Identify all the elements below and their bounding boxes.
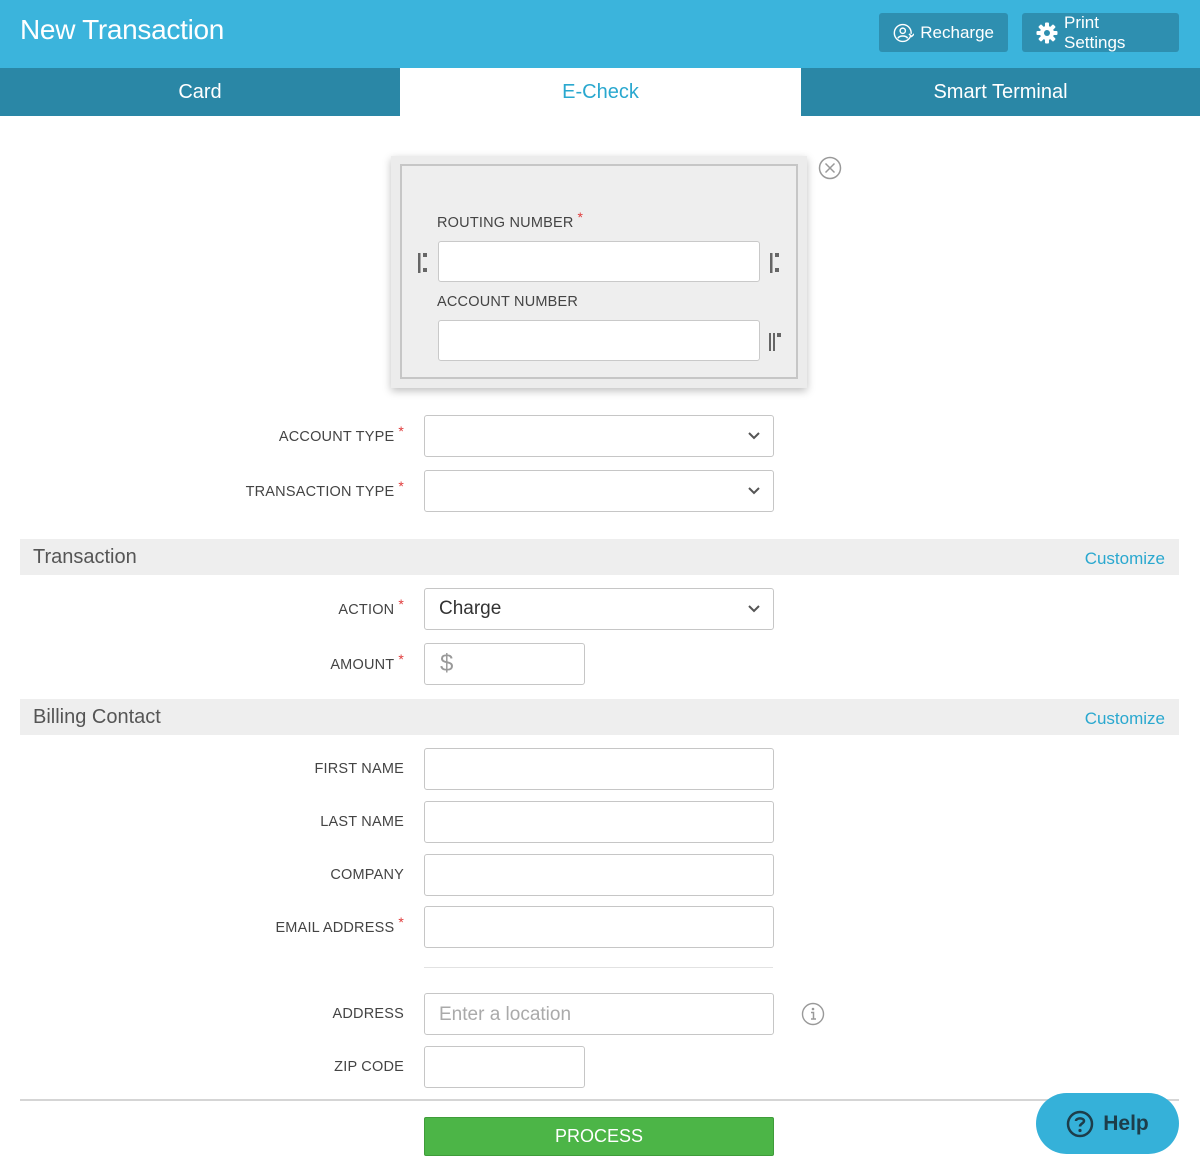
billing-contact-section-header: Billing Contact Customize [20, 699, 1179, 735]
email-address-input[interactable] [424, 906, 774, 948]
footer-divider [20, 1099, 1179, 1101]
account-number-label: ACCOUNT NUMBER [437, 294, 579, 310]
company-label: COMPANY [330, 867, 404, 883]
zip-code-label: ZIP CODE [334, 1059, 404, 1075]
close-circle-icon[interactable] [818, 156, 842, 180]
micr-transit-icon [768, 251, 782, 279]
customize-link[interactable]: Customize [1085, 709, 1165, 729]
payment-method-tabs: Card E-Check Smart Terminal [0, 68, 1200, 116]
first-name-label: FIRST NAME [314, 761, 404, 777]
chevron-down-icon [748, 432, 760, 440]
tab-e-check[interactable]: E-Check [400, 68, 801, 116]
process-button[interactable]: PROCESS [424, 1117, 774, 1156]
question-icon [1066, 1110, 1094, 1137]
routing-number-input[interactable] [438, 241, 760, 282]
chevron-down-icon [748, 487, 760, 495]
micr-transit-icon [416, 251, 430, 279]
zip-code-input[interactable] [424, 1046, 585, 1088]
print-settings-button[interactable]: Print Settings [1022, 13, 1179, 52]
action-value: Charge [439, 598, 502, 619]
action-select[interactable]: Charge [424, 588, 774, 630]
routing-number-label: ROUTING NUMBER * [437, 209, 584, 231]
account-type-label: ACCOUNT TYPE * [278, 423, 404, 445]
user-refresh-icon [893, 23, 915, 42]
account-number-input[interactable] [438, 320, 760, 361]
last-name-label: LAST NAME [320, 814, 404, 830]
address-label: ADDRESS [332, 1006, 404, 1022]
transaction-section-header: Transaction Customize [20, 539, 1179, 575]
company-input[interactable] [424, 854, 774, 896]
action-label: ACTION * [338, 596, 404, 618]
tab-card[interactable]: Card [0, 68, 400, 116]
currency-symbol: $ [440, 650, 454, 677]
customize-link[interactable]: Customize [1085, 549, 1165, 569]
info-icon[interactable] [801, 1002, 825, 1026]
transaction-type-label: TRANSACTION TYPE * [245, 478, 404, 500]
gear-icon [1036, 22, 1058, 43]
address-input[interactable]: Enter a location [424, 993, 774, 1035]
recharge-button[interactable]: Recharge [879, 13, 1008, 52]
first-name-input[interactable] [424, 748, 774, 790]
print-settings-label: Print Settings [1063, 12, 1126, 52]
divider [424, 967, 773, 968]
help-button[interactable]: Help [1036, 1093, 1179, 1154]
micr-onus-icon [767, 331, 783, 357]
app-header: New Transaction Recharge Print Settings [0, 0, 1200, 68]
transaction-type-select[interactable] [424, 470, 774, 512]
section-title: Transaction [33, 546, 137, 568]
email-address-label: EMAIL ADDRESS * [275, 914, 404, 936]
section-title: Billing Contact [33, 706, 161, 728]
recharge-label: Recharge [920, 22, 994, 42]
amount-input[interactable]: $ [424, 643, 585, 685]
address-placeholder: Enter a location [439, 1004, 572, 1025]
account-type-select[interactable] [424, 415, 774, 457]
help-label: Help [1103, 1111, 1149, 1135]
last-name-input[interactable] [424, 801, 774, 843]
page-title: New Transaction [20, 14, 225, 45]
chevron-down-icon [748, 605, 760, 613]
amount-label: AMOUNT * [330, 651, 404, 673]
tab-smart-terminal[interactable]: Smart Terminal [801, 68, 1200, 116]
